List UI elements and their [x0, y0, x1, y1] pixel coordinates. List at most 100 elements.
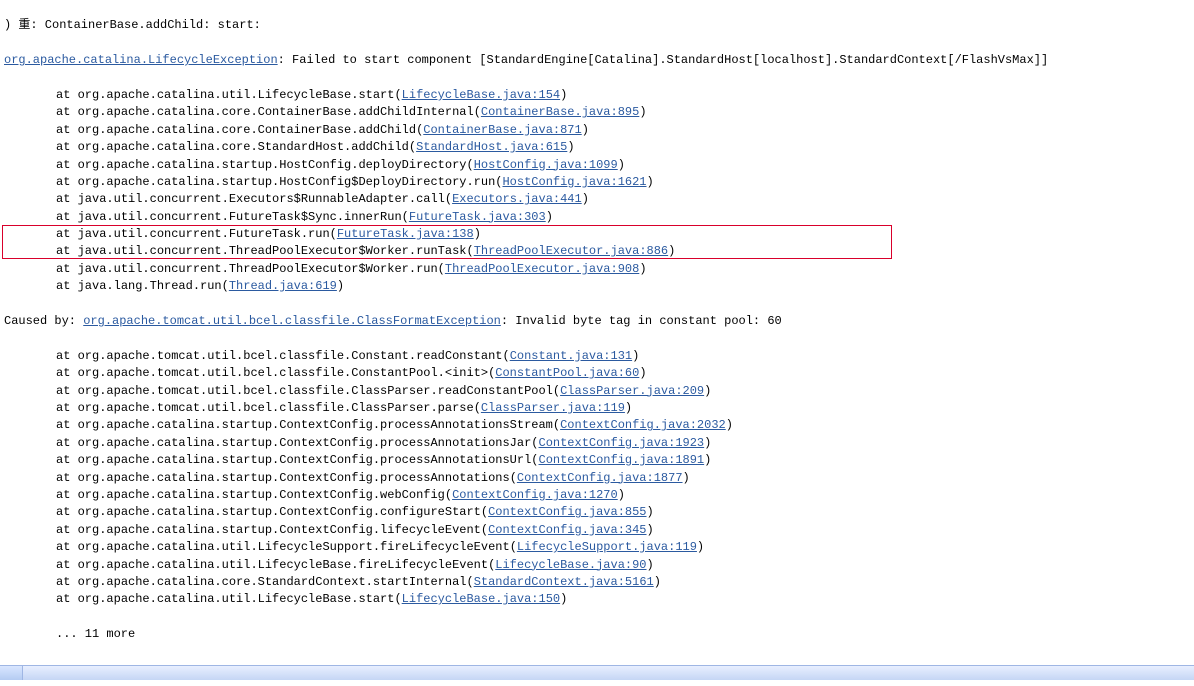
at-keyword: at [56, 175, 78, 189]
stack-frame: at java.util.concurrent.ThreadPoolExecut… [4, 261, 1190, 278]
frame-class: java.util.concurrent.Executors$RunnableA… [78, 192, 445, 206]
source-file-link[interactable]: HostConfig.java:1621 [502, 175, 646, 189]
caused-by-exception-link[interactable]: org.apache.tomcat.util.bcel.classfile.Cl… [83, 314, 501, 328]
stacktrace-container: ) 重: ContainerBase.addChild: start: org.… [0, 0, 1194, 665]
caused-by-message: : Invalid byte tag in constant pool: 60 [501, 314, 782, 328]
stack-frame: at org.apache.tomcat.util.bcel.classfile… [4, 400, 1190, 417]
frame-class: org.apache.catalina.startup.ContextConfi… [78, 436, 532, 450]
source-file-link[interactable]: ThreadPoolExecutor.java:908 [445, 262, 639, 276]
source-file-link[interactable]: ClassParser.java:209 [560, 384, 704, 398]
exception-class-link[interactable]: org.apache.catalina.LifecycleException [4, 53, 278, 67]
source-file-link[interactable]: FutureTask.java:303 [409, 210, 546, 224]
stack-frame: at org.apache.catalina.util.LifecycleSup… [4, 539, 1190, 556]
stack-frame: at org.apache.catalina.startup.ContextCo… [4, 417, 1190, 434]
source-file-link[interactable]: Executors.java:441 [452, 192, 582, 206]
at-keyword: at [56, 158, 78, 172]
frame-class: java.util.concurrent.ThreadPoolExecutor$… [78, 244, 467, 258]
stack-frame: at org.apache.catalina.startup.HostConfi… [4, 157, 1190, 174]
at-keyword: at [56, 558, 78, 572]
stack-frame: at org.apache.catalina.startup.ContextCo… [4, 452, 1190, 469]
source-file-link[interactable]: ContextConfig.java:2032 [560, 418, 726, 432]
frame-class: org.apache.catalina.startup.ContextConfi… [78, 471, 510, 485]
frame-class: java.util.concurrent.ThreadPoolExecutor$… [78, 262, 438, 276]
source-file-link[interactable]: ContextConfig.java:345 [488, 523, 646, 537]
at-keyword: at [56, 366, 78, 380]
header-line: ) 重: ContainerBase.addChild: start: [4, 17, 1190, 34]
source-file-link[interactable]: ConstantPool.java:60 [495, 366, 639, 380]
source-file-link[interactable]: StandardHost.java:615 [416, 140, 567, 154]
status-bar-button[interactable] [0, 666, 23, 680]
source-file-link[interactable]: LifecycleBase.java:150 [402, 592, 560, 606]
at-keyword: at [56, 401, 78, 415]
source-file-link[interactable]: Thread.java:619 [229, 279, 337, 293]
frame-class: java.util.concurrent.FutureTask.run [78, 227, 330, 241]
at-keyword: at [56, 227, 78, 241]
source-file-link[interactable]: ContextConfig.java:1923 [539, 436, 705, 450]
source-file-link[interactable]: LifecycleBase.java:154 [402, 88, 560, 102]
stack-frame: at org.apache.catalina.util.LifecycleBas… [4, 557, 1190, 574]
stack-frame: at java.util.concurrent.FutureTask$Sync.… [4, 209, 1190, 226]
source-file-link[interactable]: HostConfig.java:1099 [474, 158, 618, 172]
at-keyword: at [56, 436, 78, 450]
at-keyword: at [56, 453, 78, 467]
stack-frame: at java.lang.Thread.run(Thread.java:619) [4, 278, 1190, 295]
frame-class: org.apache.catalina.startup.HostConfig$D… [78, 175, 496, 189]
source-file-link[interactable]: ContextConfig.java:1270 [452, 488, 618, 502]
at-keyword: at [56, 575, 78, 589]
source-file-link[interactable]: LifecycleBase.java:90 [495, 558, 646, 572]
stack-frame: at org.apache.catalina.startup.ContextCo… [4, 504, 1190, 521]
stack-frame: at org.apache.catalina.core.ContainerBas… [4, 122, 1190, 139]
at-keyword: at [56, 471, 78, 485]
frame-class: org.apache.catalina.util.LifecycleBase.s… [78, 88, 395, 102]
frame-class: org.apache.catalina.core.StandardContext… [78, 575, 467, 589]
source-file-link[interactable]: ContainerBase.java:871 [423, 123, 581, 137]
source-file-link[interactable]: Constant.java:131 [510, 349, 632, 363]
frame-class: org.apache.catalina.startup.ContextConfi… [78, 523, 481, 537]
at-keyword: at [56, 262, 78, 276]
source-file-link[interactable]: ClassParser.java:119 [481, 401, 625, 415]
at-keyword: at [56, 349, 78, 363]
frame-class: org.apache.catalina.startup.ContextConfi… [78, 418, 553, 432]
stack-frame: at org.apache.catalina.util.LifecycleBas… [4, 87, 1190, 104]
source-file-link[interactable]: ContextConfig.java:1877 [517, 471, 683, 485]
at-keyword: at [56, 123, 78, 137]
at-keyword: at [56, 384, 78, 398]
frame-class: org.apache.catalina.core.StandardHost.ad… [78, 140, 409, 154]
caused-by-line: Caused by: org.apache.tomcat.util.bcel.c… [4, 313, 1190, 330]
stack-frame: at org.apache.catalina.util.LifecycleBas… [4, 591, 1190, 608]
source-file-link[interactable]: ContextConfig.java:1891 [539, 453, 705, 467]
source-file-link[interactable]: ContainerBase.java:895 [481, 105, 639, 119]
at-keyword: at [56, 279, 78, 293]
caused-by-prefix: Caused by: [4, 314, 83, 328]
at-keyword: at [56, 540, 78, 554]
frame-class: org.apache.tomcat.util.bcel.classfile.Co… [78, 366, 488, 380]
stack-frame: at org.apache.catalina.startup.ContextCo… [4, 487, 1190, 504]
stack-frame: at org.apache.tomcat.util.bcel.classfile… [4, 365, 1190, 382]
stack-frame: at java.util.concurrent.FutureTask.run(F… [4, 226, 1190, 243]
at-keyword: at [56, 523, 78, 537]
status-bar [0, 665, 1194, 680]
at-keyword: at [56, 418, 78, 432]
frame-class: org.apache.tomcat.util.bcel.classfile.Co… [78, 349, 503, 363]
frame-class: java.lang.Thread.run [78, 279, 222, 293]
frame-class: org.apache.catalina.core.ContainerBase.a… [78, 105, 474, 119]
frame-class: org.apache.catalina.startup.HostConfig.d… [78, 158, 467, 172]
exception-line: org.apache.catalina.LifecycleException: … [4, 52, 1190, 69]
stack-frame: at org.apache.catalina.core.StandardHost… [4, 139, 1190, 156]
at-keyword: at [56, 488, 78, 502]
frame-class: org.apache.tomcat.util.bcel.classfile.Cl… [78, 384, 553, 398]
at-keyword: at [56, 192, 78, 206]
stack-frame: at java.util.concurrent.ThreadPoolExecut… [4, 243, 1190, 260]
stack-frame: at org.apache.catalina.startup.HostConfi… [4, 174, 1190, 191]
source-file-link[interactable]: FutureTask.java:138 [337, 227, 474, 241]
source-file-link[interactable]: LifecycleSupport.java:119 [517, 540, 697, 554]
frame-class: org.apache.catalina.startup.ContextConfi… [78, 453, 532, 467]
source-file-link[interactable]: StandardContext.java:5161 [474, 575, 654, 589]
source-file-link[interactable]: ContextConfig.java:855 [488, 505, 646, 519]
source-file-link[interactable]: ThreadPoolExecutor.java:886 [474, 244, 668, 258]
stack-frame: at java.util.concurrent.Executors$Runnab… [4, 191, 1190, 208]
frame-class: org.apache.catalina.startup.ContextConfi… [78, 505, 481, 519]
exception-message: : Failed to start component [StandardEng… [278, 53, 1049, 67]
stack-frame: at org.apache.tomcat.util.bcel.classfile… [4, 383, 1190, 400]
at-keyword: at [56, 140, 78, 154]
